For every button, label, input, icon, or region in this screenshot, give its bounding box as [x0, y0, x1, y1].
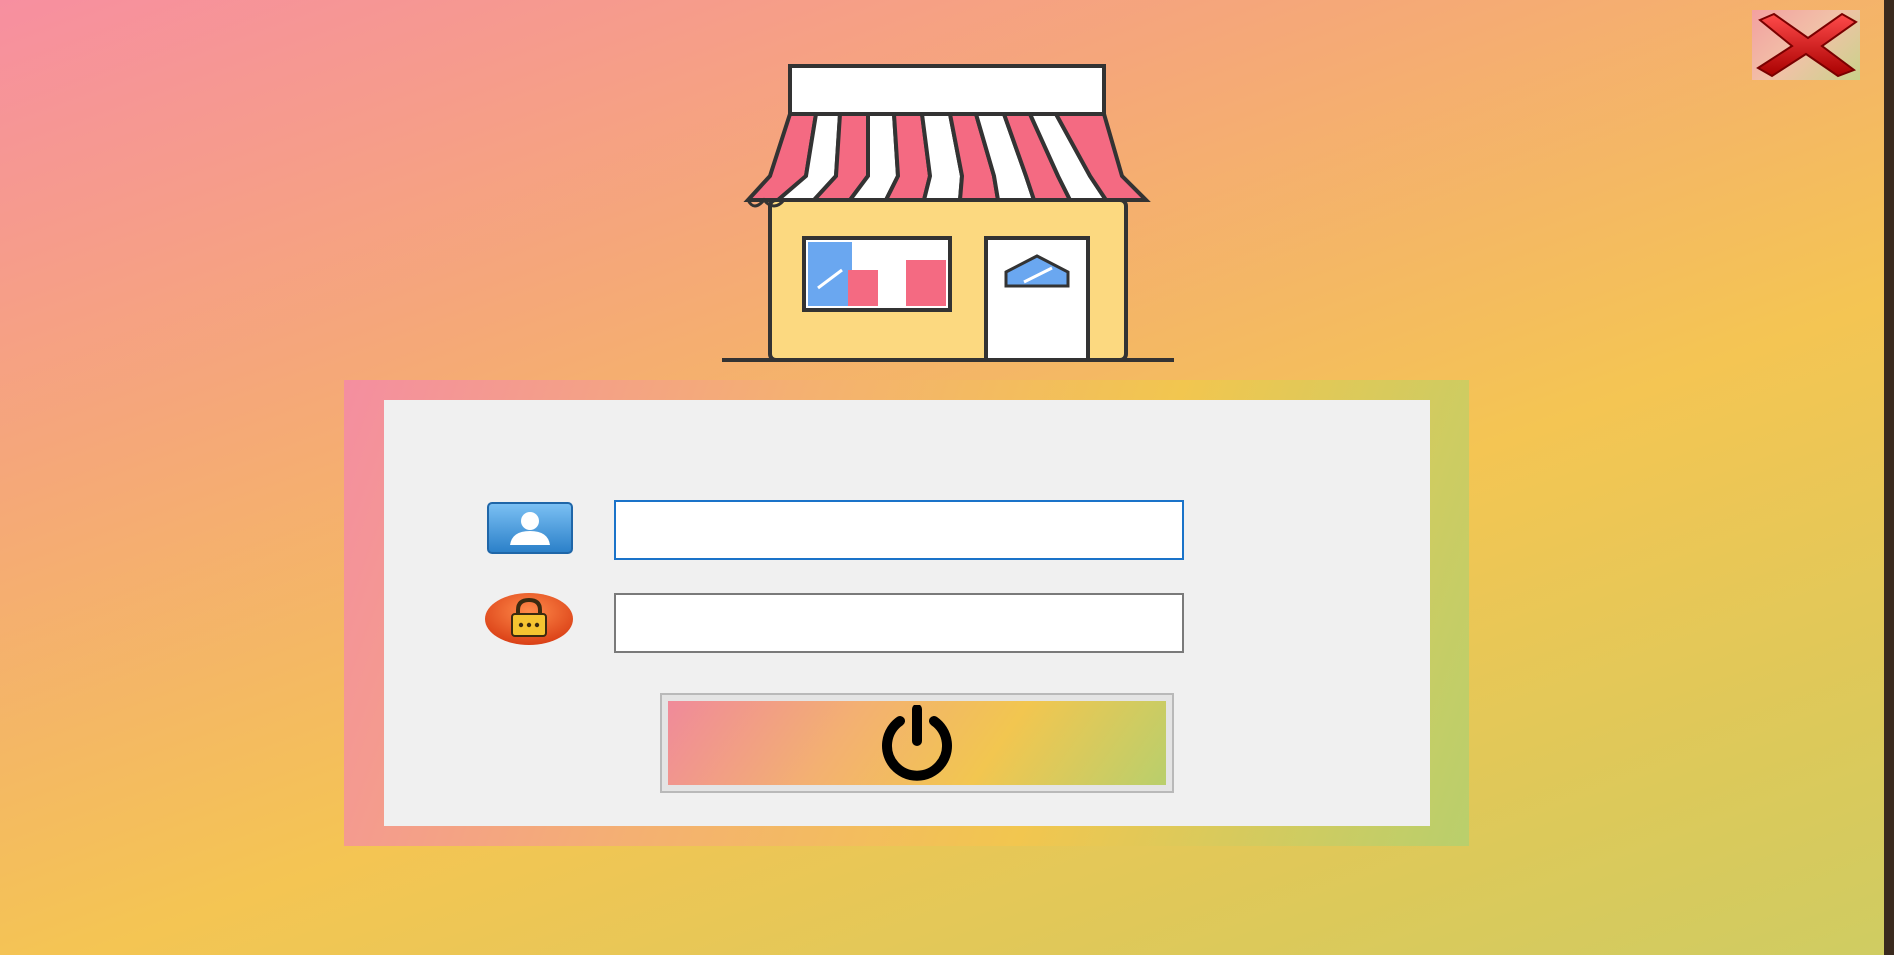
shop-storefront-icon — [722, 64, 1174, 362]
close-button[interactable] — [1752, 10, 1860, 80]
password-input[interactable] — [614, 593, 1184, 653]
lock-icon — [485, 593, 573, 645]
username-input[interactable] — [614, 500, 1184, 560]
close-x-icon — [1756, 12, 1858, 78]
window-edge — [1884, 0, 1894, 955]
login-button[interactable] — [660, 693, 1174, 793]
login-button-face — [668, 701, 1166, 785]
login-window — [0, 0, 1894, 955]
user-icon — [487, 502, 573, 554]
power-icon — [882, 705, 952, 781]
